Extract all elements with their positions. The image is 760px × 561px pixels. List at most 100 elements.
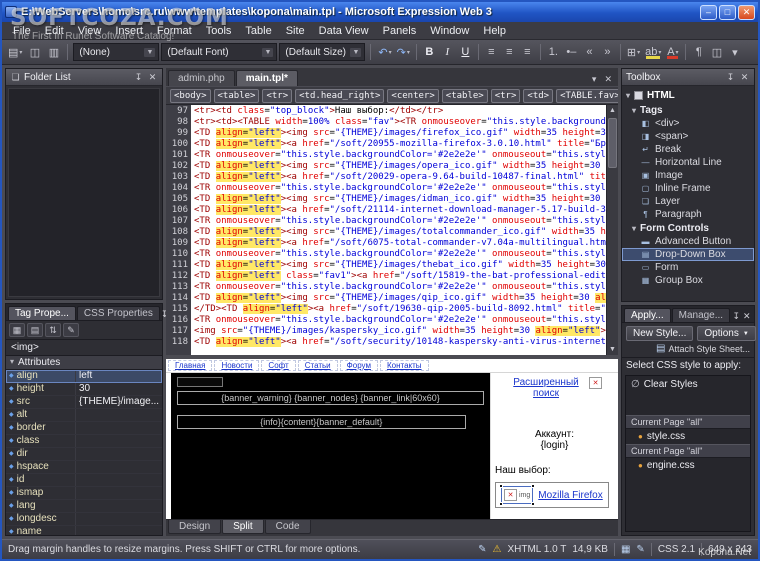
- code-line[interactable]: <TD align="left"><a href="/soft/20029-op…: [194, 172, 606, 183]
- tag-breadcrumb[interactable]: <table>: [441, 88, 488, 103]
- document-tab-admin-php[interactable]: admin.php: [168, 70, 235, 86]
- menu-item-panels[interactable]: Panels: [376, 24, 424, 38]
- minimize-button[interactable]: –: [700, 4, 717, 20]
- attach-stylesheet-link[interactable]: Attach Style Sheet...: [668, 344, 750, 354]
- attribute-row[interactable]: ◆ hspace: [6, 461, 162, 474]
- new-style-button[interactable]: New Style...: [626, 326, 694, 341]
- undo-button[interactable]: ↶ ▾: [376, 43, 393, 61]
- folder-list-body[interactable]: [8, 88, 160, 297]
- tab-tag-prope[interactable]: Tag Prope...: [8, 306, 76, 320]
- menu-item-view[interactable]: View: [71, 24, 109, 38]
- resize-handle[interactable]: [531, 502, 536, 506]
- close-panel-icon[interactable]: ✕: [742, 311, 752, 322]
- code-line[interactable]: <TD align="left"><a href="/soft/6075-tot…: [194, 238, 606, 249]
- close-button[interactable]: ✕: [738, 4, 755, 20]
- scroll-down-icon[interactable]: ▼: [607, 344, 618, 355]
- design-nav-link[interactable]: Софт: [261, 360, 296, 371]
- design-nav-link[interactable]: Новости: [214, 360, 260, 371]
- menu-item-table[interactable]: Table: [238, 24, 278, 38]
- tab-manage[interactable]: Manage...: [671, 308, 731, 322]
- code-line[interactable]: <TR onmouseover="this.style.backgroundCo…: [194, 249, 606, 260]
- design-view[interactable]: Главная Новости Софт Статьи Форум Контакты {b…: [166, 359, 618, 519]
- pin-icon[interactable]: ↧: [133, 72, 144, 83]
- menu-item-file[interactable]: File: [6, 24, 38, 38]
- bullet-list-button[interactable]: •–: [563, 43, 580, 61]
- css-schema-indicator[interactable]: CSS 2.1: [658, 544, 695, 555]
- toolbox-section-tags[interactable]: ▾ Tags: [622, 103, 754, 117]
- code-line[interactable]: <TR onmouseover="this.style.backgroundCo…: [194, 183, 606, 194]
- advanced-search-link[interactable]: Расширенный поиск: [507, 377, 585, 399]
- underline-button[interactable]: U: [457, 43, 474, 61]
- menu-item-window[interactable]: Window: [423, 24, 476, 38]
- view-tab-split[interactable]: Split: [222, 520, 264, 534]
- tag-breadcrumb[interactable]: <tr>: [262, 88, 293, 103]
- design-content-row[interactable]: {info}{content}{banner_default}: [177, 415, 466, 429]
- design-empty-cell[interactable]: [177, 377, 223, 387]
- tag-breadcrumb[interactable]: <TABLE.fav>: [556, 88, 618, 103]
- style-item-engine-css[interactable]: ● engine.css: [626, 458, 750, 473]
- code-line[interactable]: <TR onmouseover="this.style.backgroundCo…: [194, 150, 606, 161]
- toolbox-item-group-box[interactable]: ▦ Group Box: [622, 274, 754, 287]
- attribute-row[interactable]: ◆ class: [6, 435, 162, 448]
- toolbox-item-paragraph[interactable]: ¶ Paragraph: [622, 208, 754, 221]
- maximize-button[interactable]: □: [719, 4, 736, 20]
- align-left-button[interactable]: ≡: [483, 43, 500, 61]
- code-line[interactable]: <TD align="left" class="fav1"><a href="/…: [194, 271, 606, 282]
- attribute-row[interactable]: ◆ longdesc: [6, 513, 162, 526]
- design-nav-link[interactable]: Форум: [339, 360, 378, 371]
- toolbar-options-button[interactable]: ▾: [726, 43, 743, 61]
- attribute-row[interactable]: ◆ dir: [6, 448, 162, 461]
- pin-icon[interactable]: ↧: [731, 311, 741, 322]
- resize-handle[interactable]: [499, 502, 503, 506]
- toolbox-item-div[interactable]: ◧ <div>: [622, 117, 754, 130]
- menu-item-format[interactable]: Format: [150, 24, 199, 38]
- code-line[interactable]: <TD align="left"><a href="/soft/21114-in…: [194, 205, 606, 216]
- compatibility-warning-icon[interactable]: ⚠: [493, 544, 502, 555]
- grid-icon[interactable]: ▦: [621, 544, 630, 555]
- resize-handle[interactable]: [499, 484, 503, 488]
- toolbox-root-node[interactable]: ▾ HTML: [622, 88, 754, 103]
- decrease-indent-button[interactable]: «: [581, 43, 598, 61]
- code-scrollbar[interactable]: ▲ ▼: [606, 105, 618, 355]
- code-editor[interactable]: <tr><td class="top_block">Наш выбор:</td…: [191, 105, 606, 355]
- categorized-icon[interactable]: ▦: [9, 323, 25, 337]
- view-tab-code[interactable]: Code: [264, 520, 311, 534]
- code-line[interactable]: <TD align="left"><img src="{THEME}/image…: [194, 293, 606, 304]
- attribute-row[interactable]: ◆ name: [6, 526, 162, 535]
- toolbox-item-layer[interactable]: ❏ Layer: [622, 195, 754, 208]
- visual-aids-icon[interactable]: ✎: [478, 544, 486, 555]
- tag-breadcrumb[interactable]: <td>: [523, 88, 554, 103]
- style-edit-icon[interactable]: ✎: [636, 544, 644, 555]
- close-panel-icon[interactable]: ✕: [739, 72, 750, 83]
- toolbox-item-drop-down-box[interactable]: ▤ Drop-Down Box: [622, 248, 754, 261]
- menu-item-insert[interactable]: Insert: [108, 24, 150, 38]
- tag-breadcrumb[interactable]: <td.head_right>: [295, 88, 385, 103]
- scrollbar-thumb[interactable]: [608, 118, 617, 168]
- doctype-indicator[interactable]: XHTML 1.0 T: [507, 544, 566, 555]
- attribute-row[interactable]: ◆ align left: [6, 370, 162, 383]
- code-line[interactable]: <TD align="left"><img src="{THEME}/image…: [194, 227, 606, 238]
- redo-button[interactable]: ↷ ▾: [395, 43, 412, 61]
- design-banner-row[interactable]: {banner_warning} {banner_nodes} {banner_…: [177, 391, 484, 405]
- tab-apply[interactable]: Apply...: [624, 308, 671, 322]
- code-line[interactable]: </TD><TD align="left"><a href="/soft/196…: [194, 304, 606, 315]
- code-line[interactable]: <TR onmouseover="this.style.backgroundCo…: [194, 315, 606, 326]
- code-line[interactable]: <TD align="left"><img src="{THEME}/image…: [194, 128, 606, 139]
- open-file-button[interactable]: ◫: [26, 43, 43, 61]
- code-line[interactable]: <TR onmouseover="this.style.backgroundCo…: [194, 282, 606, 293]
- edit-icon[interactable]: ✎: [63, 323, 79, 337]
- attribute-row[interactable]: ◆ alt: [6, 409, 162, 422]
- alphabetical-icon[interactable]: ▤: [27, 323, 43, 337]
- code-line[interactable]: <TD align="left"><a href="/soft/20955-mo…: [194, 139, 606, 150]
- attribute-row[interactable]: ◆ lang: [6, 500, 162, 513]
- borders-button[interactable]: ⊞ ▾: [625, 43, 642, 61]
- design-nav-link[interactable]: Главная: [168, 360, 213, 371]
- code-line[interactable]: <tr><td class="top_block">Наш выбор:</td…: [194, 106, 606, 117]
- close-panel-icon[interactable]: ✕: [147, 72, 158, 83]
- firefox-link[interactable]: Mozilla Firefox: [538, 490, 602, 501]
- clear-styles-item[interactable]: ∅ Clear Styles: [626, 376, 750, 393]
- code-line[interactable]: <tr><td><TABLE width=100% class="fav"><T…: [194, 117, 606, 128]
- tab-list-icon[interactable]: ▾: [588, 73, 601, 86]
- code-line[interactable]: <TD align="left"><img src="{THEME}/image…: [194, 161, 606, 172]
- code-line[interactable]: <TD align="left"><img src="{THEME}/image…: [194, 194, 606, 205]
